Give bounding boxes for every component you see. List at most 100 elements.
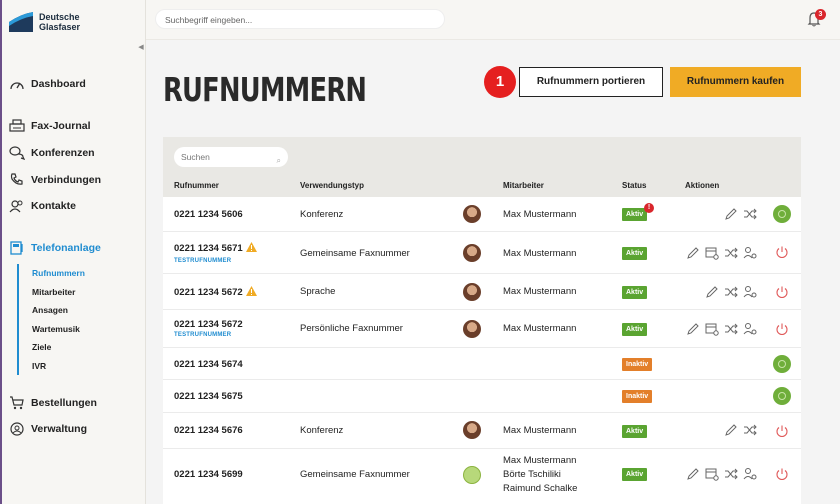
sidebar-item-konferenzen[interactable]: Konferenzen bbox=[9, 145, 95, 161]
power-toggle-off-icon[interactable] bbox=[775, 245, 789, 259]
subnav-item-ivr[interactable]: IVR bbox=[32, 357, 85, 376]
edit-icon[interactable] bbox=[724, 207, 738, 221]
status-badge: Aktiv bbox=[622, 425, 648, 438]
column-header-mitarbeiter[interactable]: Mitarbeiter bbox=[503, 181, 544, 190]
fax-settings-icon[interactable] bbox=[705, 467, 719, 481]
avatar bbox=[463, 320, 481, 338]
subnav-item-ziele[interactable]: Ziele bbox=[32, 338, 85, 357]
edit-icon[interactable] bbox=[686, 322, 700, 336]
assign-user-icon[interactable] bbox=[743, 467, 757, 481]
shuffle-icon[interactable] bbox=[724, 467, 738, 481]
row-number: 0221 1234 5674 bbox=[174, 359, 243, 370]
buy-numbers-button[interactable]: Rufnummern kaufen bbox=[670, 67, 801, 97]
row-type: Sprache bbox=[300, 286, 336, 297]
power-toggle-on[interactable] bbox=[773, 387, 791, 405]
test-number-tag: TESTRUFNUMMER bbox=[174, 258, 232, 264]
power-toggle-off-icon[interactable] bbox=[775, 424, 789, 438]
power-toggle-off-icon[interactable] bbox=[775, 467, 789, 481]
brand-line-1: Deutsche bbox=[39, 12, 80, 22]
sidebar-item-telefonanlage[interactable]: Telefonanlage bbox=[9, 240, 101, 256]
table-row[interactable]: 0221 1234 5699 Gemeinsame Faxnummer Max … bbox=[163, 449, 801, 504]
numbers-table: Suchen ⌕ Rufnummer Verwendungstyp Mitarb… bbox=[163, 137, 801, 504]
collapse-sidebar-icon[interactable]: ◀ bbox=[136, 43, 146, 53]
assign-user-icon[interactable] bbox=[743, 322, 757, 336]
shuffle-icon[interactable] bbox=[743, 423, 757, 437]
row-staff: Raimund Schalke bbox=[503, 483, 578, 494]
shuffle-icon[interactable] bbox=[724, 322, 738, 336]
status-badge: Aktiv bbox=[622, 208, 648, 221]
sidebar-item-fax-journal[interactable]: Fax-Journal bbox=[9, 118, 91, 134]
power-toggle-on[interactable] bbox=[773, 205, 791, 223]
fax-icon bbox=[9, 119, 25, 132]
table-row[interactable]: 0221 1234 5672 Sprache Max Mustermann Ak… bbox=[163, 274, 801, 310]
row-staff: Max Mustermann bbox=[503, 455, 577, 466]
edit-icon[interactable] bbox=[686, 246, 700, 260]
search-icon: ⌕ bbox=[276, 156, 281, 165]
table-row[interactable]: 0221 1234 5672 TESTRUFNUMMER Persönliche… bbox=[163, 310, 801, 348]
sidebar-item-dashboard[interactable]: Dashboard bbox=[9, 76, 86, 92]
fax-settings-icon[interactable] bbox=[705, 322, 719, 336]
sidebar-item-bestellungen[interactable]: Bestellungen bbox=[9, 395, 97, 411]
status-badge: Aktiv bbox=[622, 247, 648, 260]
sidebar-item-verbindungen[interactable]: Verbindungen bbox=[9, 172, 101, 188]
sidebar-item-kontakte[interactable]: Kontakte bbox=[9, 198, 76, 214]
shuffle-icon[interactable] bbox=[743, 207, 757, 221]
power-toggle-off-icon[interactable] bbox=[775, 322, 789, 336]
speedometer-icon bbox=[10, 82, 24, 90]
table-row[interactable]: 0221 1234 5674 Inaktiv bbox=[163, 348, 801, 380]
row-staff: Max Mustermann bbox=[503, 248, 577, 259]
phone-system-icon bbox=[10, 241, 23, 255]
edit-icon[interactable] bbox=[705, 285, 719, 299]
chat-icon bbox=[9, 146, 25, 160]
subnav-item-wartemusik[interactable]: Wartemusik bbox=[32, 320, 85, 339]
subnav-item-mitarbeiter[interactable]: Mitarbeiter bbox=[32, 283, 85, 302]
avatar bbox=[463, 244, 481, 262]
sidebar-item-label: Kontakte bbox=[31, 200, 76, 212]
port-numbers-button[interactable]: Rufnummern portieren bbox=[519, 67, 663, 97]
table-row[interactable]: 0221 1234 5676 Konferenz Max Mustermann … bbox=[163, 413, 801, 449]
row-number-text: 0221 1234 5672 bbox=[174, 287, 243, 298]
subnav-item-ansagen[interactable]: Ansagen bbox=[32, 301, 85, 320]
sidebar-item-label: Telefonanlage bbox=[31, 242, 101, 254]
table-row[interactable]: 0221 1234 5606 Konferenz Max Mustermann … bbox=[163, 197, 801, 232]
table-row[interactable]: 0221 1234 5671 TESTRUFNUMMER Gemeinsame … bbox=[163, 232, 801, 274]
assign-user-icon[interactable] bbox=[743, 285, 757, 299]
sidebar-item-verwaltung[interactable]: Verwaltung bbox=[9, 421, 87, 437]
sidebar-item-label: Konferenzen bbox=[31, 147, 95, 159]
subnav-item-rufnummern[interactable]: Rufnummern bbox=[32, 264, 85, 283]
test-number-tag: TESTRUFNUMMER bbox=[174, 332, 232, 338]
row-staff: Max Mustermann bbox=[503, 286, 577, 297]
edit-icon[interactable] bbox=[686, 467, 700, 481]
avatar bbox=[463, 205, 481, 223]
shuffle-icon[interactable] bbox=[724, 246, 738, 260]
row-staff: Max Mustermann bbox=[503, 323, 577, 334]
table-search-input[interactable]: Suchen ⌕ bbox=[174, 147, 288, 167]
table-row[interactable]: 0221 1234 5675 Inaktiv bbox=[163, 380, 801, 413]
column-header-rufnummer[interactable]: Rufnummer bbox=[174, 181, 219, 190]
brand-name: Deutsche Glasfaser bbox=[39, 12, 80, 32]
sidebar: Deutsche Glasfaser ◀ Dashboard Fax-Journ… bbox=[0, 0, 146, 504]
table-search-placeholder: Suchen bbox=[181, 152, 210, 162]
row-type: Gemeinsame Faxnummer bbox=[300, 248, 410, 259]
fax-settings-icon[interactable] bbox=[705, 246, 719, 260]
row-staff: Max Mustermann bbox=[503, 209, 577, 220]
row-number: 0221 1234 5671 bbox=[174, 242, 257, 254]
brand-line-2: Glasfaser bbox=[39, 22, 81, 32]
power-toggle-on[interactable] bbox=[773, 355, 791, 373]
global-search-input[interactable]: Suchbegriff eingeben... bbox=[155, 9, 445, 29]
row-number: 0221 1234 5672 bbox=[174, 319, 243, 330]
notification-badge: 3 bbox=[815, 9, 826, 20]
row-type: Gemeinsame Faxnummer bbox=[300, 469, 410, 480]
column-header-verwendungstyp[interactable]: Verwendungstyp bbox=[300, 181, 364, 190]
brand-logo[interactable]: Deutsche Glasfaser bbox=[9, 12, 80, 32]
row-type: Konferenz bbox=[300, 209, 344, 220]
column-header-status[interactable]: Status bbox=[622, 181, 646, 190]
edit-icon[interactable] bbox=[724, 423, 738, 437]
sidebar-item-label: Verwaltung bbox=[31, 423, 88, 435]
shuffle-icon[interactable] bbox=[724, 285, 738, 299]
user-circle-icon bbox=[10, 422, 24, 436]
row-staff: Börte Tschiliki bbox=[503, 469, 561, 480]
power-toggle-off-icon[interactable] bbox=[775, 285, 789, 299]
sidebar-item-label: Dashboard bbox=[31, 78, 86, 90]
assign-user-icon[interactable] bbox=[743, 246, 757, 260]
